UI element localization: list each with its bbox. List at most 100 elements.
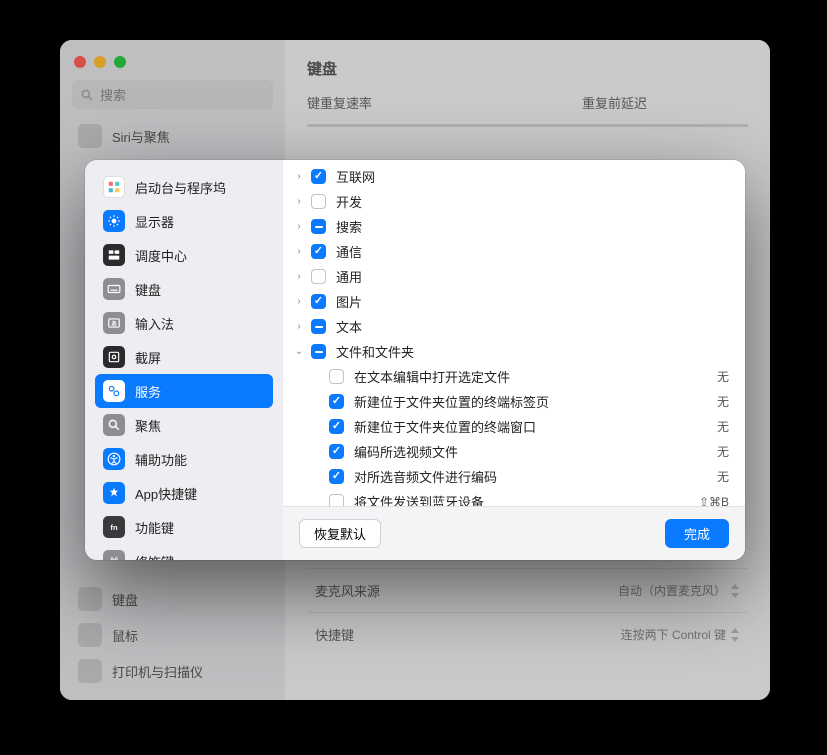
category-item-screenshot[interactable]: 截屏 xyxy=(95,340,273,374)
checkbox[interactable] xyxy=(329,494,344,506)
updown-icon xyxy=(730,628,740,642)
chevron-right-icon[interactable]: › xyxy=(293,246,305,257)
checkbox[interactable] xyxy=(329,369,344,384)
slider-label-delay: 重复前延迟 xyxy=(582,93,647,112)
settings-row-value-text: 连按两下 Control 键 xyxy=(621,626,726,643)
shortcut-item[interactable]: 对所选音频文件进行编码无 xyxy=(283,464,745,489)
shortcut-group[interactable]: › 开发 xyxy=(283,189,745,214)
updown-icon xyxy=(730,584,740,598)
shortcut-group[interactable]: › 通信 xyxy=(283,239,745,264)
checkbox[interactable] xyxy=(311,244,326,259)
shortcut-label: 通用 xyxy=(332,267,729,286)
shortcut-label: 将文件发送到蓝牙设备 xyxy=(350,492,693,506)
checkbox[interactable] xyxy=(329,469,344,484)
bg-sidebar-item-mouse[interactable]: 鼠标 xyxy=(72,618,273,652)
shortcut-group[interactable]: ⌄ 文件和文件夹 xyxy=(283,339,745,364)
category-item-appstore[interactable]: App快捷键 xyxy=(95,476,273,510)
shortcut-group[interactable]: › 搜索 xyxy=(283,214,745,239)
shortcut-group[interactable]: ›图片 xyxy=(283,289,745,314)
shortcut-group[interactable]: › 互联网 xyxy=(283,164,745,189)
category-item-mission[interactable]: 调度中心 xyxy=(95,238,273,272)
checkbox[interactable] xyxy=(329,394,344,409)
category-item-gear[interactable]: 服务 xyxy=(95,374,273,408)
category-item-accessibility[interactable]: 辅助功能 xyxy=(95,442,273,476)
chevron-down-icon[interactable]: ⌄ xyxy=(293,346,305,357)
category-item-label: 输入法 xyxy=(135,314,174,333)
checkbox[interactable] xyxy=(311,269,326,284)
shortcut-key: ⇧⌘B xyxy=(699,495,729,507)
settings-row-label: 麦克风来源 xyxy=(315,581,380,600)
appstore-icon xyxy=(103,482,125,504)
shortcut-key: 无 xyxy=(717,468,729,485)
shortcut-item[interactable]: 在文本编辑中打开选定文件无 xyxy=(283,364,745,389)
chevron-right-icon[interactable]: › xyxy=(293,171,305,182)
category-item-search[interactable]: 聚焦 xyxy=(95,408,273,442)
category-item-grid[interactable]: 启动台与程序坞 xyxy=(95,170,273,204)
bg-sidebar-item-label: Siri与聚焦 xyxy=(112,127,170,146)
shortcut-key: 无 xyxy=(717,368,729,385)
shortcut-group[interactable]: › 通用 xyxy=(283,264,745,289)
checkbox[interactable] xyxy=(311,344,326,359)
shortcut-label: 文件和文件夹 xyxy=(332,342,729,361)
accessibility-icon xyxy=(103,448,125,470)
shortcuts-main: › 互联网 › 开发 › 搜索 › 通信 › 通用 ›图片›文本 ⌄ 文件和文件夹在文本编辑中打开选定文… xyxy=(283,160,745,560)
shortcut-label: 开发 xyxy=(332,192,729,211)
shortcut-label: 新建位于文件夹位置的终端标签页 xyxy=(350,392,711,411)
shortcut-item[interactable]: 新建位于文件夹位置的终端窗口无 xyxy=(283,414,745,439)
chevron-right-icon[interactable]: › xyxy=(293,321,305,332)
chevron-right-icon[interactable]: › xyxy=(293,296,305,307)
slider-row xyxy=(307,116,748,134)
slider-label-repeat-rate: 键重复速率 xyxy=(307,93,372,112)
minimize-icon[interactable] xyxy=(94,56,106,68)
chevron-right-icon[interactable]: › xyxy=(293,271,305,282)
settings-row-mic[interactable]: 麦克风来源 自动（内置麦克风） xyxy=(307,568,748,612)
settings-row-shortcut[interactable]: 快捷键 连按两下 Control 键 xyxy=(307,612,748,656)
bg-search-placeholder: 搜索 xyxy=(100,85,126,104)
category-item-label: 启动台与程序坞 xyxy=(135,178,226,197)
checkbox[interactable] xyxy=(311,294,326,309)
shortcut-label: 搜索 xyxy=(332,217,729,236)
checkbox[interactable] xyxy=(311,219,326,234)
command-icon xyxy=(103,550,125,560)
category-item-label: 键盘 xyxy=(135,280,161,299)
restore-defaults-button[interactable]: 恢复默认 xyxy=(299,519,381,548)
category-item-label: 服务 xyxy=(135,382,161,401)
bg-search-field[interactable]: 搜索 xyxy=(72,80,273,109)
checkbox[interactable] xyxy=(311,169,326,184)
bg-sidebar-item-keyboard[interactable]: 键盘 xyxy=(72,582,273,616)
checkbox[interactable] xyxy=(311,194,326,209)
checkbox[interactable] xyxy=(329,419,344,434)
shortcut-key: 无 xyxy=(717,418,729,435)
zoom-icon[interactable] xyxy=(114,56,126,68)
close-icon[interactable] xyxy=(74,56,86,68)
shortcut-label: 编码所选视频文件 xyxy=(350,442,711,461)
category-item-input[interactable]: 输入法 xyxy=(95,306,273,340)
shortcut-item[interactable]: 新建位于文件夹位置的终端标签页无 xyxy=(283,389,745,414)
slider-track[interactable] xyxy=(307,124,748,127)
category-item-fn[interactable]: 功能键 xyxy=(95,510,273,544)
bg-sidebar-item-label: 键盘 xyxy=(112,590,138,609)
chevron-right-icon[interactable]: › xyxy=(293,221,305,232)
checkbox[interactable] xyxy=(311,319,326,334)
gear-icon xyxy=(103,380,125,402)
shortcut-label: 对所选音频文件进行编码 xyxy=(350,467,711,486)
checkbox[interactable] xyxy=(329,444,344,459)
shortcut-label: 互联网 xyxy=(332,167,729,186)
category-item-brightness[interactable]: 显示器 xyxy=(95,204,273,238)
mission-icon xyxy=(103,244,125,266)
shortcut-item[interactable]: 将文件发送到蓝牙设备 ⇧⌘B xyxy=(283,489,745,506)
shortcut-key: 无 xyxy=(717,443,729,460)
category-item-command[interactable]: 修饰键 xyxy=(95,544,273,560)
shortcut-item[interactable]: 编码所选视频文件无 xyxy=(283,439,745,464)
shortcuts-tree: › 互联网 › 开发 › 搜索 › 通信 › 通用 ›图片›文本 ⌄ 文件和文件夹在文本编辑中打开选定文… xyxy=(283,160,745,506)
bg-sidebar-item-printers[interactable]: 打印机与扫描仪 xyxy=(72,654,273,688)
category-item-label: App快捷键 xyxy=(135,484,197,503)
shortcut-group[interactable]: ›文本 xyxy=(283,314,745,339)
category-sidebar: 启动台与程序坞显示器调度中心键盘输入法截屏服务聚焦辅助功能 App快捷键功能键修饰… xyxy=(85,160,283,560)
chevron-right-icon[interactable]: › xyxy=(293,196,305,207)
bg-sidebar-item[interactable]: Siri与聚焦 xyxy=(72,119,273,153)
shortcut-label: 通信 xyxy=(332,242,729,261)
done-button[interactable]: 完成 xyxy=(665,519,729,548)
input-icon xyxy=(103,312,125,334)
category-item-keyboard[interactable]: 键盘 xyxy=(95,272,273,306)
